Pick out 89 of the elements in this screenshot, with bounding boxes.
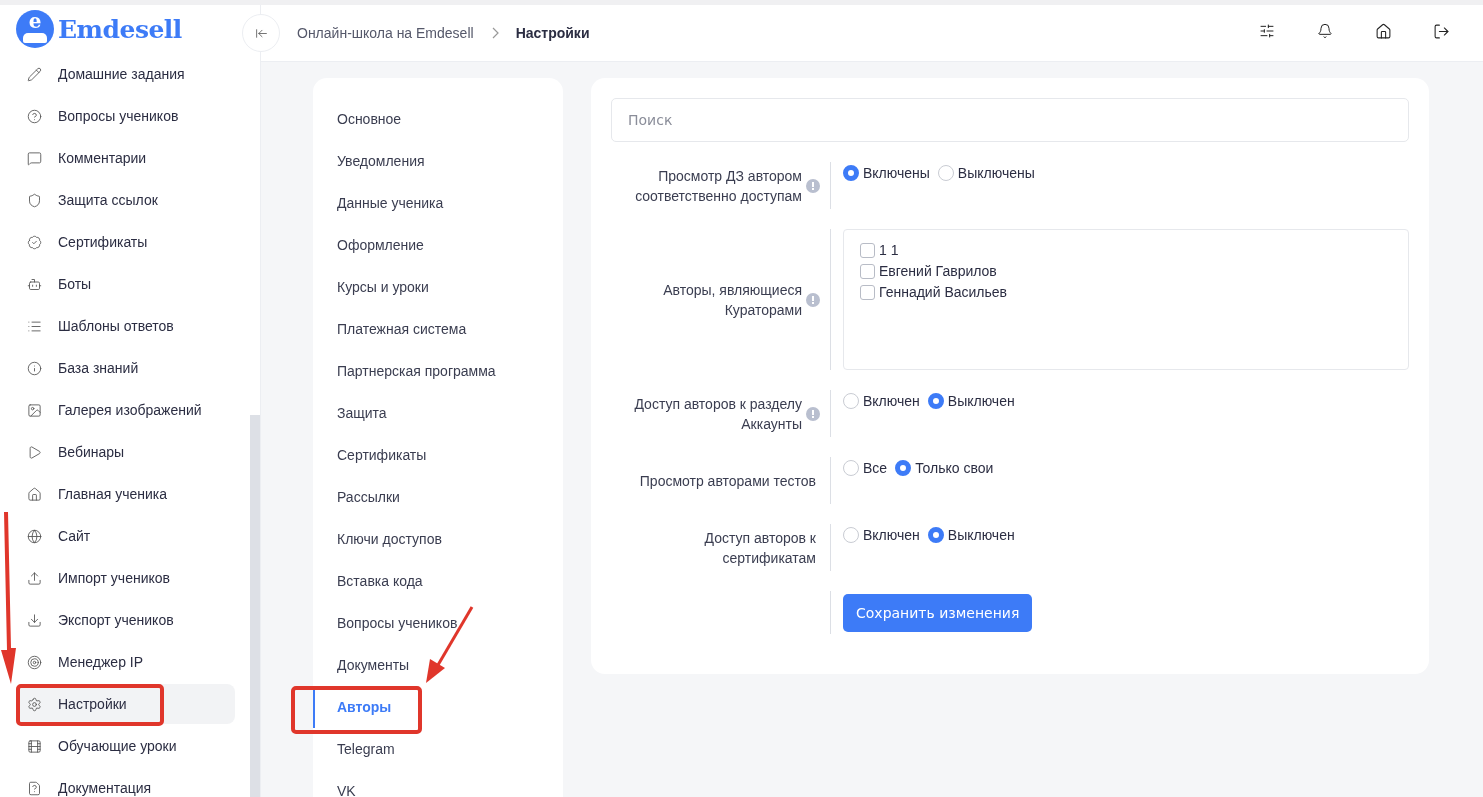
checkbox-option[interactable]: 1 1: [860, 242, 1388, 258]
info-icon[interactable]: [806, 406, 820, 421]
logo-icon: e: [16, 10, 54, 48]
settings-menu-item[interactable]: Оформление: [313, 224, 563, 266]
settings-menu-item[interactable]: Ключи доступов: [313, 518, 563, 560]
play-icon: [27, 444, 42, 460]
help-icon: [27, 108, 42, 124]
radio-option[interactable]: Включен: [843, 393, 920, 409]
sidebar-item[interactable]: Галерея изображений: [18, 390, 235, 430]
radio-button[interactable]: [927, 527, 944, 543]
settings-menu-item[interactable]: Документы: [313, 644, 563, 686]
radio-button[interactable]: [843, 527, 859, 543]
settings-menu-item[interactable]: Вопросы учеников: [313, 602, 563, 644]
field-label: Доступ авторов к разделу Аккаунты: [633, 394, 802, 434]
radio-option[interactable]: Включены: [843, 165, 930, 181]
radio-option[interactable]: Выключены: [937, 165, 1035, 181]
field-label: Просмотр авторами тестов: [639, 471, 816, 491]
globe-icon: [27, 528, 42, 544]
checkbox-option[interactable]: Евгений Гаврилов: [860, 263, 1388, 279]
breadcrumb: Настройки: [515, 25, 590, 41]
sidebar-item[interactable]: Менеджер IP: [18, 642, 235, 682]
sidebar-item[interactable]: Вопросы учеников: [18, 96, 235, 136]
radio-option[interactable]: Выключен: [927, 527, 1015, 543]
radio-button[interactable]: [843, 165, 859, 181]
sidebar-item[interactable]: Сертификаты: [18, 222, 235, 262]
breadcrumb[interactable]: Онлайн-школа на Emdesell: [297, 25, 474, 41]
upload-icon: [27, 570, 42, 586]
settings-menu-item[interactable]: Данные ученика: [313, 182, 563, 224]
settings-menu-item[interactable]: Telegram: [313, 728, 563, 770]
settings-menu-item[interactable]: Курсы и уроки: [313, 266, 563, 308]
radio-option[interactable]: Только свои: [895, 460, 994, 476]
radio-button[interactable]: [937, 165, 954, 181]
radio-button[interactable]: [895, 460, 912, 476]
sidebar-item[interactable]: Обучающие уроки: [18, 726, 235, 766]
checkbox[interactable]: [860, 284, 875, 300]
field-label: Авторы, являющиеся Кураторами: [662, 280, 802, 320]
film-icon: [27, 738, 42, 754]
list-icon: [27, 318, 42, 334]
sidebar-item[interactable]: Вебинары: [18, 432, 235, 472]
checkbox[interactable]: [860, 242, 875, 258]
logo-text: Emdesell: [58, 14, 182, 44]
settings-menu-item[interactable]: Авторы: [313, 686, 563, 728]
sidebar-item[interactable]: Сайт: [18, 516, 235, 556]
radio-option[interactable]: Включен: [843, 527, 920, 543]
settings-menu-item[interactable]: Платежная система: [313, 308, 563, 350]
image-icon: [27, 402, 42, 418]
document-icon: [27, 780, 42, 796]
sidebar-item[interactable]: Комментарии: [18, 138, 235, 178]
settings-menu-item[interactable]: Уведомления: [313, 140, 563, 182]
sidebar-item[interactable]: Главная ученика: [18, 474, 235, 514]
settings-menu-item[interactable]: Защита: [313, 392, 563, 434]
sidebar-item[interactable]: Экспорт учеников: [18, 600, 235, 640]
info-icon[interactable]: [806, 292, 820, 307]
comment-icon: [27, 150, 42, 166]
target-icon: [27, 654, 42, 670]
radio-option[interactable]: Выключен: [927, 393, 1015, 409]
settings-menu-item[interactable]: Основное: [313, 98, 563, 140]
sidebar-item[interactable]: Защита ссылок: [18, 180, 235, 220]
radio-button[interactable]: [843, 393, 859, 409]
radio-button[interactable]: [927, 393, 944, 409]
settings-menu-item[interactable]: Вставка кода: [313, 560, 563, 602]
radio-button[interactable]: [843, 460, 859, 476]
sidebar-item[interactable]: Документация: [18, 768, 235, 797]
checkbox-option[interactable]: Геннадий Васильев: [860, 284, 1388, 300]
field-label: Просмотр ДЗ автором соответственно доступам: [634, 166, 802, 206]
sidebar-item[interactable]: Домашние задания: [18, 54, 235, 94]
download-icon: [27, 612, 42, 628]
sidebar-item[interactable]: База знаний: [18, 348, 235, 388]
settings-menu-item[interactable]: Партнерская программа: [313, 350, 563, 392]
settings-icon: [27, 696, 42, 712]
info-icon: [27, 360, 42, 376]
robot-icon: [27, 276, 42, 292]
house-icon: [27, 486, 42, 502]
badge-icon: [27, 234, 42, 250]
settings-menu-item[interactable]: VK: [313, 770, 563, 797]
search-field[interactable]: Поиск: [611, 98, 1409, 142]
save-button[interactable]: Сохранить изменения: [843, 594, 1033, 632]
settings-menu-item[interactable]: Сертификаты: [313, 434, 563, 476]
shield-icon: [27, 192, 42, 208]
collapse-icon: [254, 26, 268, 40]
checkbox[interactable]: [860, 263, 875, 279]
sidebar-item[interactable]: Шаблоны ответов: [18, 306, 235, 346]
info-icon[interactable]: [806, 178, 820, 193]
sidebar-item[interactable]: Боты: [18, 264, 235, 304]
settings-menu-item[interactable]: Рассылки: [313, 476, 563, 518]
field-label: Доступ авторов к сертификатам: [703, 528, 816, 568]
radio-option[interactable]: Все: [843, 460, 888, 476]
pencil-icon: [27, 66, 42, 82]
sidebar-item[interactable]: Импорт учеников: [18, 558, 235, 598]
